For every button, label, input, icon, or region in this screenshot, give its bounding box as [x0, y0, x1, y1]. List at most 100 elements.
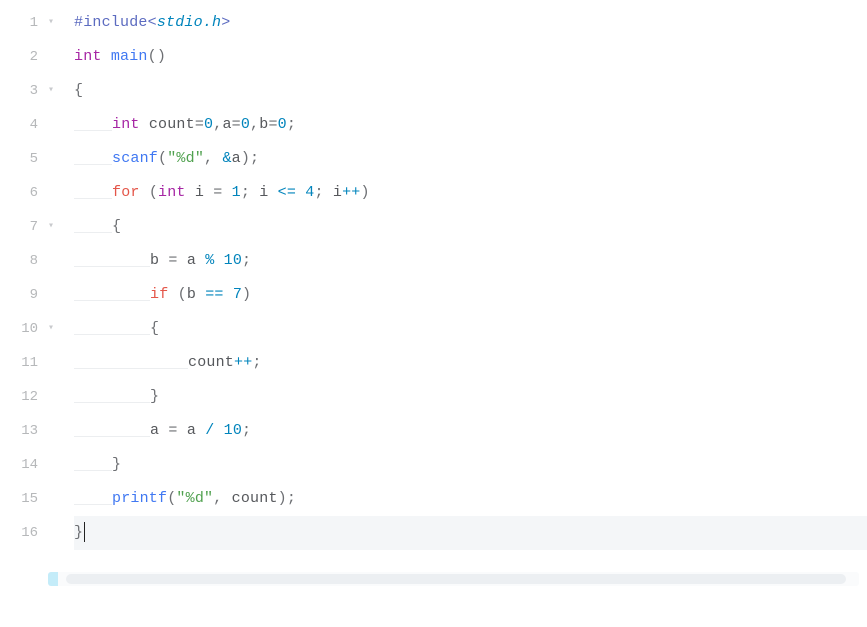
indent-guide — [112, 283, 150, 301]
line-number: 9 — [0, 278, 38, 312]
paren: ( — [149, 184, 158, 201]
semicolon: ; — [287, 116, 296, 133]
fold-toggle-icon[interactable]: ▾ — [44, 74, 58, 108]
number: 10 — [224, 422, 242, 439]
code-line[interactable]: #include<stdio.h> — [74, 6, 867, 40]
line-number: 4 — [0, 108, 38, 142]
operator: ++ — [342, 184, 360, 201]
function-name: main — [111, 48, 148, 65]
code-line[interactable]: scanf("%d", &a); — [74, 142, 867, 176]
operator: = — [268, 116, 277, 133]
paren: ) — [157, 48, 166, 65]
indent-guide — [150, 351, 188, 369]
number: 0 — [204, 116, 213, 133]
code-line[interactable]: count++; — [74, 346, 867, 380]
number: 7 — [233, 286, 242, 303]
indent-guide — [112, 351, 150, 369]
code-line[interactable]: { — [74, 312, 867, 346]
scrollbar-marker — [48, 572, 58, 586]
keyword-if: if — [150, 286, 168, 303]
paren: ) — [360, 184, 369, 201]
semicolon: ; — [314, 184, 323, 201]
identifier: count — [149, 116, 195, 133]
indent-guide — [74, 283, 112, 301]
code-line[interactable]: b = a % 10; — [74, 244, 867, 278]
operator: ++ — [234, 354, 252, 371]
indent-guide — [74, 385, 112, 403]
angle-bracket: > — [221, 14, 230, 31]
scrollbar-thumb[interactable] — [66, 574, 846, 584]
code-editor[interactable]: 1▾ 2 3▾ 4 5 6 7▾ 8 9 10▾ 11 12 13 14 15 … — [0, 0, 867, 556]
semicolon: ; — [242, 422, 251, 439]
angle-bracket: < — [148, 14, 157, 31]
line-number: 10▾ — [0, 312, 38, 346]
indent-guide — [74, 351, 112, 369]
identifier: a — [150, 422, 159, 439]
number: 0 — [278, 116, 287, 133]
code-line[interactable]: if (b == 7) — [74, 278, 867, 312]
comma: , — [204, 150, 213, 167]
paren: ( — [148, 48, 157, 65]
fold-toggle-icon[interactable]: ▾ — [44, 312, 58, 346]
string-literal: "%d" — [176, 490, 213, 507]
operator: = — [168, 252, 177, 269]
code-line[interactable]: int main() — [74, 40, 867, 74]
line-number: 8 — [0, 244, 38, 278]
brace: } — [112, 456, 121, 473]
type-keyword: int — [158, 184, 186, 201]
fold-toggle-icon[interactable]: ▾ — [44, 210, 58, 244]
code-line[interactable]: } — [74, 448, 867, 482]
line-number: 13 — [0, 414, 38, 448]
code-content[interactable]: #include<stdio.h> int main() { int count… — [48, 6, 867, 550]
operator: <= — [278, 184, 296, 201]
identifier: b — [187, 286, 196, 303]
paren: ) — [278, 490, 287, 507]
code-line[interactable]: a = a / 10; — [74, 414, 867, 448]
indent-guide — [74, 147, 112, 165]
identifier: count — [188, 354, 234, 371]
code-line[interactable]: { — [74, 210, 867, 244]
line-number: 6 — [0, 176, 38, 210]
brace: { — [112, 218, 121, 235]
paren: ( — [178, 286, 187, 303]
code-line[interactable]: } — [74, 380, 867, 414]
line-number: 14 — [0, 448, 38, 482]
line-number: 16 — [0, 516, 38, 550]
indent-guide — [112, 385, 150, 403]
comma: , — [250, 116, 259, 133]
code-line-active[interactable]: } — [74, 516, 867, 550]
identifier: i — [333, 184, 342, 201]
number: 1 — [232, 184, 241, 201]
line-number: 1▾ — [0, 6, 38, 40]
code-line[interactable]: int count=0,a=0,b=0; — [74, 108, 867, 142]
indent-guide — [74, 249, 112, 267]
operator: = — [168, 422, 177, 439]
line-number: 7▾ — [0, 210, 38, 244]
line-number: 3▾ — [0, 74, 38, 108]
semicolon: ; — [242, 252, 251, 269]
line-number-gutter: 1▾ 2 3▾ 4 5 6 7▾ 8 9 10▾ 11 12 13 14 15 … — [0, 6, 48, 550]
number: 0 — [241, 116, 250, 133]
line-number: 5 — [0, 142, 38, 176]
indent-guide — [74, 453, 112, 471]
indent-guide — [74, 317, 112, 335]
code-line[interactable]: { — [74, 74, 867, 108]
code-line[interactable]: printf("%d", count); — [74, 482, 867, 516]
indent-guide — [74, 181, 112, 199]
indent-guide — [74, 487, 112, 505]
line-number: 15 — [0, 482, 38, 516]
code-line[interactable]: for (int i = 1; i <= 4; i++) — [74, 176, 867, 210]
indent-guide — [112, 317, 150, 335]
operator: = — [195, 116, 204, 133]
semicolon: ; — [241, 184, 250, 201]
identifier: a — [187, 252, 196, 269]
identifier: a — [222, 116, 231, 133]
horizontal-scrollbar[interactable] — [48, 572, 859, 586]
identifier: b — [150, 252, 159, 269]
function-call: printf — [112, 490, 167, 507]
function-call: scanf — [112, 150, 158, 167]
operator: == — [205, 286, 223, 303]
fold-toggle-icon[interactable]: ▾ — [44, 6, 58, 40]
semicolon: ; — [250, 150, 259, 167]
type-keyword: int — [112, 116, 140, 133]
